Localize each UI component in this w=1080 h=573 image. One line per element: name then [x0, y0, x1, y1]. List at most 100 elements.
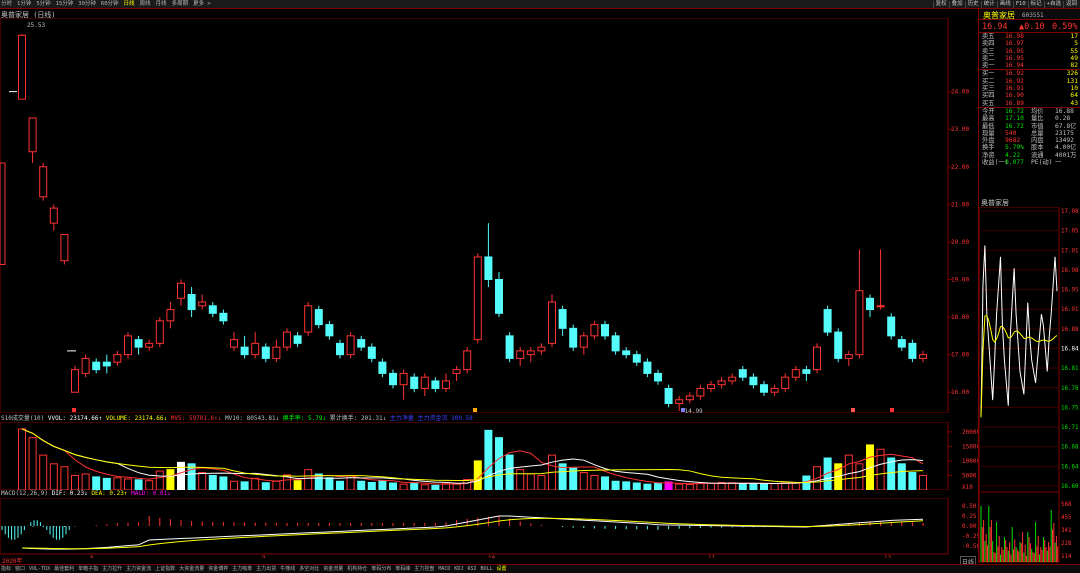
- indicator-tab-2[interactable]: VOL-TDX: [29, 565, 50, 573]
- indicator-tab-17[interactable]: 筹码峰: [395, 565, 410, 573]
- main-flow-label: 主力资金流 100.58: [417, 415, 473, 422]
- candle: [707, 380, 715, 393]
- volume-bar: [251, 477, 260, 490]
- candle-body: [611, 335, 620, 352]
- indicator-tab-11[interactable]: 主力出货: [256, 565, 276, 573]
- indicator-tab-13[interactable]: 多空对比: [299, 565, 319, 573]
- macd-indicator-name[interactable]: MACD(12,26,9): [1, 490, 48, 497]
- candle-body: [145, 342, 154, 348]
- candle: [283, 328, 291, 351]
- indicator-tab-14[interactable]: 资金流量: [323, 565, 343, 573]
- candle: [887, 313, 896, 340]
- candle: [791, 365, 800, 381]
- intraday-chart[interactable]: 17.08 17.05 17.01 16.98 16.95 16.91 16.88 16.84…: [979, 207, 1080, 492]
- toolbar-button-5[interactable]: F10: [1012, 1, 1028, 8]
- volume-chart[interactable]: 20000 15000 10000 5000 X10: [0, 422, 978, 490]
- candle: [92, 358, 101, 374]
- indicator-tab-16[interactable]: 筹码分布: [371, 565, 391, 573]
- candle-body: [389, 372, 397, 386]
- volume-bar: [770, 483, 779, 490]
- toolbar-button-8[interactable]: 返回: [1062, 1, 1079, 8]
- intraday-price-tick: 16.95: [1061, 288, 1079, 294]
- indicator-tab-12[interactable]: 牛熊线: [280, 565, 295, 573]
- volume-value: VOLUME: 23174.66↓: [105, 415, 168, 422]
- macd-chart[interactable]: 8 9 10 11 12 0.50 0.25 0.00 -0.25 -0.50: [0, 498, 978, 558]
- tab-8[interactable]: 月线: [156, 1, 167, 8]
- book-label: 卖三: [982, 47, 995, 55]
- candle-body: [526, 350, 535, 356]
- indicator-tab-7[interactable]: 上证指数: [155, 565, 175, 573]
- indicator-tab-1[interactable]: 窗口: [15, 565, 25, 573]
- tab-0[interactable]: 分时: [1, 1, 12, 8]
- volume-bar: [240, 481, 249, 490]
- indicator-tab-20[interactable]: KDJ: [454, 565, 463, 573]
- volume-bar: [791, 482, 800, 490]
- candle: [738, 365, 747, 381]
- event-marker[interactable]: [681, 408, 685, 412]
- intraday-volume-chart[interactable]: 568 455 341 228 114: [979, 492, 1080, 564]
- indicator-tab-23[interactable]: 设置: [497, 565, 507, 573]
- volume-bar: [738, 482, 747, 490]
- candle: [81, 354, 90, 378]
- candle-body: [738, 369, 747, 378]
- toolbar-button-1[interactable]: 叠加: [948, 1, 965, 8]
- price-tick-label: 22.00: [951, 164, 969, 171]
- tab-1[interactable]: 1分钟: [17, 1, 31, 8]
- candle-body: [261, 346, 270, 359]
- event-marker[interactable]: [851, 408, 855, 412]
- x-tick-label: 10: [488, 555, 496, 558]
- tab-4[interactable]: 30分钟: [78, 1, 96, 8]
- vol-indicator-name[interactable]: S10成交量(10): [1, 415, 44, 422]
- event-marker[interactable]: [72, 408, 76, 412]
- indicator-tab-21[interactable]: RSI: [467, 565, 476, 573]
- indicator-tab-8[interactable]: 大资金流量: [179, 565, 204, 573]
- candle: [49, 204, 58, 231]
- candle-body: [781, 376, 790, 389]
- indicator-tab-3[interactable]: 最佳套利: [54, 565, 74, 573]
- toolbar-button-3[interactable]: 统计: [980, 1, 997, 8]
- event-marker[interactable]: [890, 408, 894, 412]
- volume-bar: [622, 481, 631, 490]
- book-price: 16.91: [1005, 85, 1024, 93]
- toolbar-button-2[interactable]: 历史: [964, 1, 981, 8]
- event-marker[interactable]: [473, 408, 477, 412]
- candle: [166, 302, 175, 329]
- indicator-tab-18[interactable]: 主力控盘: [414, 565, 434, 573]
- volume-bar: [632, 482, 641, 490]
- toolbar-button-6[interactable]: 标记: [1027, 1, 1044, 8]
- indicator-tab-0[interactable]: 指标: [1, 565, 11, 573]
- candle: [632, 350, 641, 366]
- candle: [855, 249, 864, 359]
- macd-tick-label: -0.25: [962, 533, 978, 540]
- indicator-tab-10[interactable]: 主力吸筹: [232, 565, 252, 573]
- indicator-tab-19[interactable]: MACD: [438, 565, 450, 573]
- toolbar-button-7[interactable]: +自选: [1043, 1, 1063, 8]
- tab-7[interactable]: 周线: [140, 1, 151, 8]
- stat-v1: 9682: [1005, 137, 1021, 145]
- tab-3[interactable]: 15分钟: [56, 1, 74, 8]
- indicator-tab-4[interactable]: 单箱子指: [78, 565, 98, 573]
- toolbar-button-0[interactable]: 复权: [932, 1, 949, 8]
- indicator-tab-22[interactable]: BOLL: [480, 565, 492, 573]
- indicator-tab-6[interactable]: 主力资金流: [126, 565, 151, 573]
- volume-bar: [325, 477, 334, 490]
- candle-body: [654, 372, 662, 382]
- indicator-tab-9[interactable]: 资金博弈: [208, 565, 228, 573]
- tab-9[interactable]: 多周期: [172, 1, 189, 8]
- volume-bar: [230, 480, 238, 490]
- candle-body: [866, 297, 874, 311]
- intraday-price-tick: 17.05: [1061, 229, 1079, 235]
- tab-5[interactable]: 60分钟: [101, 1, 119, 8]
- kline-chart[interactable]: 24.00 23.00 22.00 21.00 20.00 19.00 18.00 17.00…: [0, 18, 978, 413]
- ask-row: 卖四 16.97 5: [979, 40, 1080, 47]
- high-price-label: 25.53: [27, 22, 45, 29]
- price-tick-label: 18.00: [951, 314, 969, 321]
- tab-6[interactable]: 日线: [124, 1, 135, 8]
- macd-value: MACD: 0.01↓: [131, 490, 171, 497]
- toolbar-button-4[interactable]: 画线: [996, 1, 1013, 8]
- indicator-tab-5[interactable]: 主力拉升: [102, 565, 122, 573]
- candle-body: [177, 282, 185, 299]
- indicator-tab-15[interactable]: 机构持仓: [347, 565, 367, 573]
- tab-2[interactable]: 5分钟: [36, 1, 50, 8]
- tab-10[interactable]: 更多 >: [193, 1, 211, 8]
